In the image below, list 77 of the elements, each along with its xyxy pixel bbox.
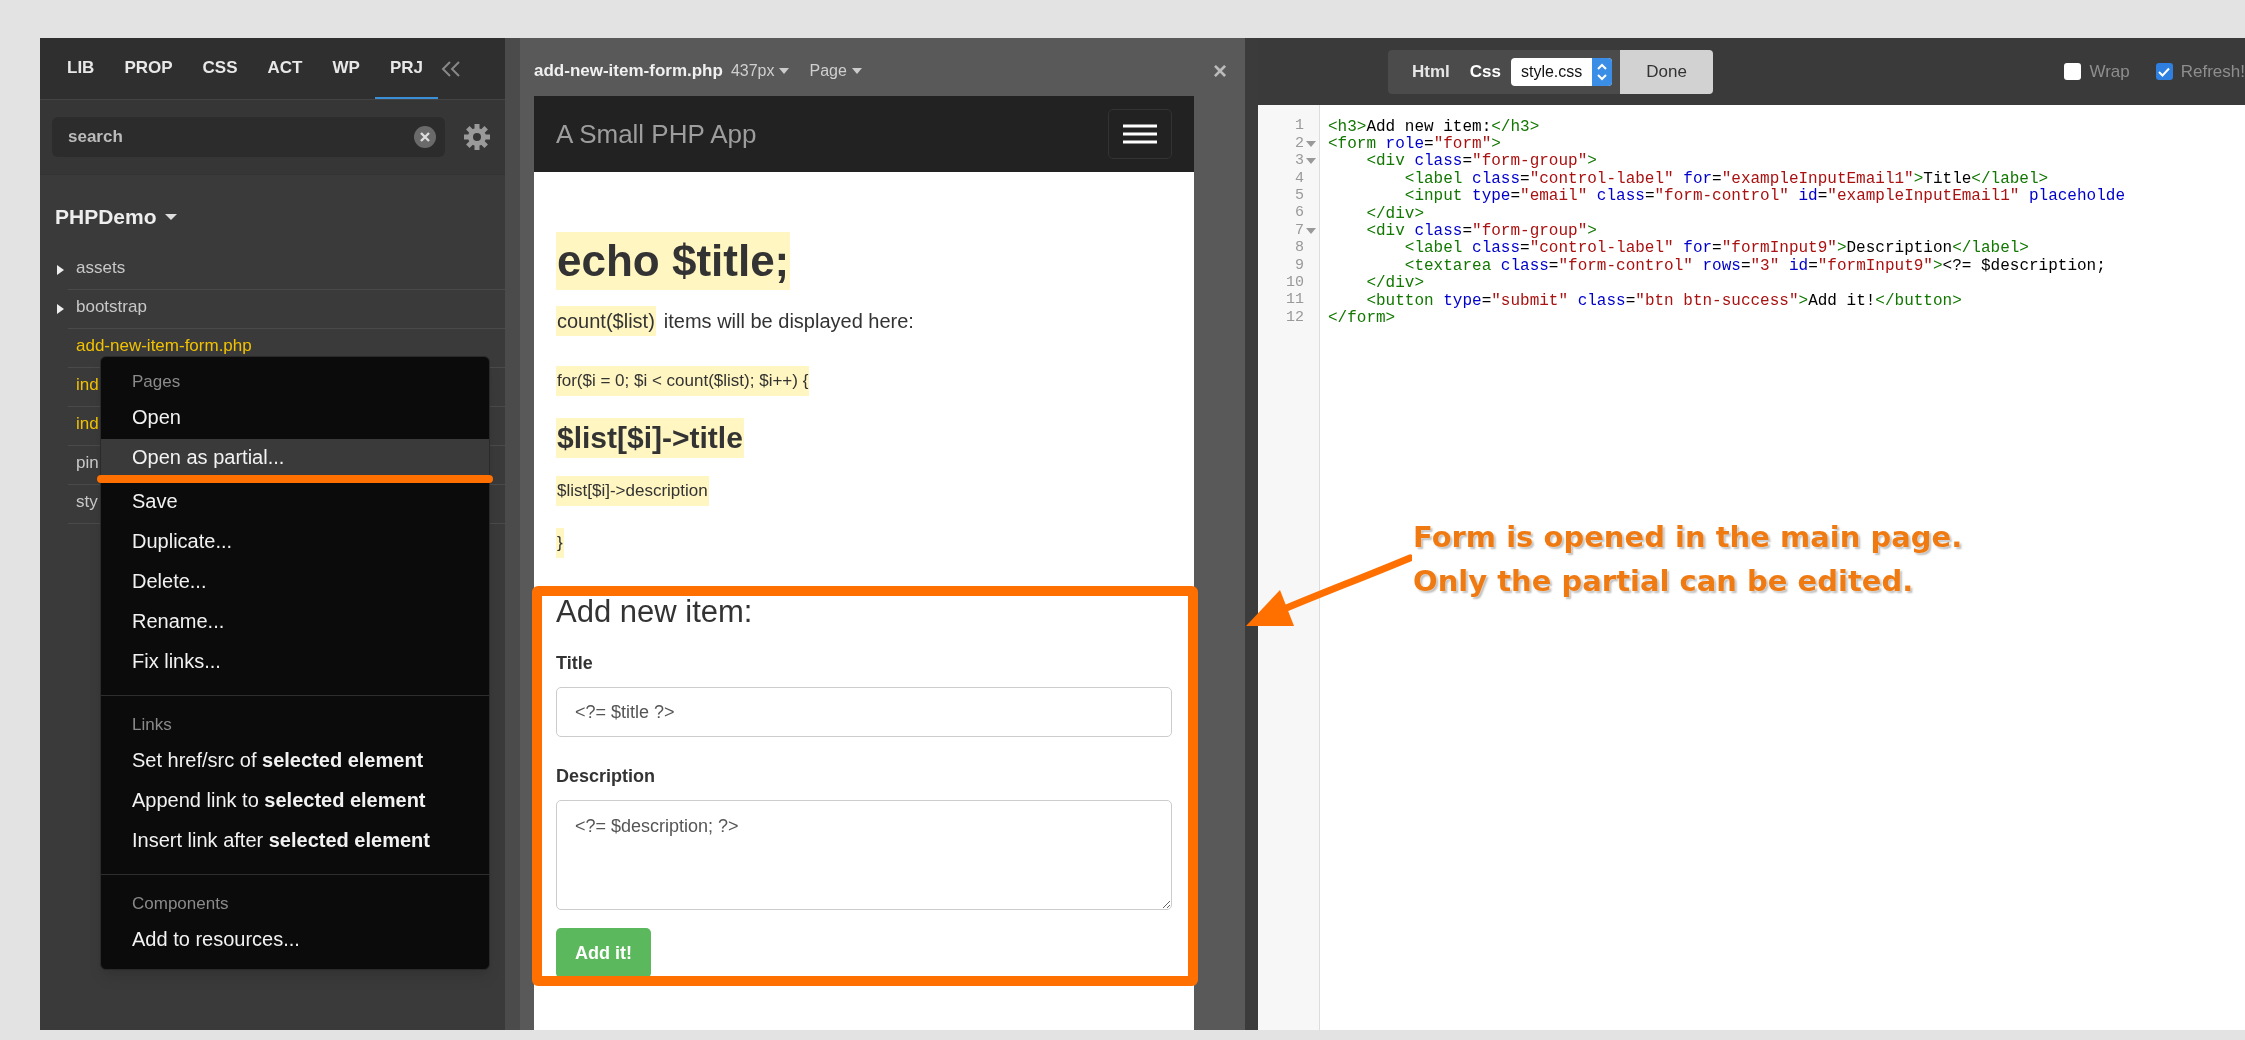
menu-item[interactable]: Open	[101, 399, 489, 439]
menu-item[interactable]: Save	[101, 483, 489, 523]
tree-item[interactable]: bootstrap	[76, 297, 147, 316]
menu-item[interactable]: Set href/src of selected element	[101, 742, 489, 782]
menu-item[interactable]: Rename...	[101, 603, 489, 643]
page-mode-dropdown[interactable]: Page	[809, 59, 862, 83]
caret-icon	[779, 68, 790, 74]
code-line: <input type="email" class="form-control" id="exampleInputEmail1" placeholde	[1403, 187, 2126, 205]
editor-tab[interactable]: Html	[1402, 58, 1460, 85]
heading-text: $list[$i]->title	[556, 418, 744, 458]
code-line: </div>	[1365, 274, 1425, 292]
paragraph-text: items will be displayed here:	[662, 309, 915, 334]
width-dropdown[interactable]: 437px	[730, 59, 790, 83]
tree-item[interactable]: assets	[76, 258, 126, 277]
caret-icon	[164, 212, 177, 221]
field-label: Description	[556, 765, 657, 788]
paragraph-text: }	[556, 528, 564, 558]
callout-text: Form is opened in the main page.	[1413, 519, 1963, 556]
menu-item[interactable]: Open as partial...	[101, 439, 489, 475]
tree-item[interactable]: ind	[76, 375, 99, 394]
form-heading: Add new item:	[556, 594, 754, 630]
sidebar-tab[interactable]: ACT	[252, 38, 318, 99]
tree-item[interactable]: ind	[76, 414, 99, 433]
collapsed-arrow-icon[interactable]	[56, 264, 66, 275]
code-line: </form>	[1328, 309, 1397, 327]
code-line: <label class="control-label" for="formInput9">Description</label>	[1403, 239, 2030, 258]
search-field[interactable]: search	[52, 117, 445, 157]
paragraph-text: count($list)	[556, 306, 656, 336]
callout-text: Only the partial can be edited.	[1413, 563, 1915, 600]
sidebar-tab[interactable]: PROP	[109, 38, 188, 99]
paragraph-text: for($i = 0; $i < count($list); $i++) {	[556, 366, 810, 396]
tree-item[interactable]: add-new-item-form.php	[76, 336, 252, 355]
menu-item[interactable]: Fix links...	[101, 643, 489, 683]
stepper-icon	[1592, 57, 1613, 86]
code-line: <label class="control-label" for="exampleInputEmail1">Title</label>	[1403, 170, 2050, 188]
title-input[interactable]: <?= $title ?>	[556, 687, 1172, 737]
code-line: </div>	[1365, 204, 1425, 223]
paragraph-text: $list[$i]->description	[556, 476, 709, 506]
caret-icon	[851, 68, 862, 74]
menu-section-header: Pages	[131, 371, 182, 394]
collapse-chevrons-icon[interactable]	[439, 58, 462, 79]
tree-item[interactable]: sty	[76, 492, 98, 511]
editor-tab[interactable]: Css	[1459, 58, 1511, 85]
checkmark-icon	[2158, 66, 2171, 77]
description-textarea[interactable]: <?= $description; ?>	[556, 800, 1172, 910]
menu-icon	[1123, 124, 1157, 144]
option-checkbox[interactable]: Wrap	[2064, 58, 2130, 85]
collapsed-arrow-icon[interactable]	[56, 303, 66, 314]
settings-icon[interactable]	[463, 123, 491, 151]
file-select[interactable]: style.css	[1510, 57, 1613, 86]
sidebar-tab[interactable]: LIB	[52, 38, 110, 99]
menu-item[interactable]: Insert link after selected element	[101, 822, 489, 862]
menu-item[interactable]: Append link to selected element	[101, 782, 489, 822]
menu-item[interactable]: Duplicate...	[101, 523, 489, 563]
field-label: Title	[556, 652, 594, 675]
menu-button[interactable]	[1108, 109, 1172, 159]
code-line: <form role="form">	[1328, 135, 1501, 153]
done-button[interactable]: Done	[1620, 49, 1713, 94]
close-button[interactable]: ×	[1213, 59, 1227, 83]
clear-icon	[413, 125, 437, 149]
heading-text: echo $title;	[556, 232, 791, 290]
menu-section-header: Components	[131, 893, 230, 916]
project-dropdown[interactable]: PHPDemo	[55, 201, 177, 233]
navbar-brand: A Small PHP App	[556, 117, 757, 151]
sidebar-tab[interactable]: CSS	[187, 38, 253, 99]
code-line: <div class="form-group">	[1365, 152, 1598, 171]
line-number: 5	[1295, 186, 1304, 206]
code-line: <h3>Add new item:</h3>	[1328, 118, 1541, 136]
menu-item[interactable]: Delete...	[101, 563, 489, 603]
sidebar-tab[interactable]: WP	[317, 38, 375, 99]
code-line: <button type="submit" class="btn btn-success">Add it!</button>	[1365, 291, 1963, 310]
tree-item[interactable]: pin	[76, 453, 99, 472]
menu-item[interactable]: Add to resources...	[101, 921, 489, 961]
file-name: add-new-item-form.php	[534, 60, 723, 83]
code-line: <div class="form-group">	[1365, 222, 1597, 240]
menu-section-header: Links	[131, 714, 173, 737]
code-line: <textarea class="form-control" rows="3" id="formInput9"><?= $description;	[1403, 257, 2107, 275]
